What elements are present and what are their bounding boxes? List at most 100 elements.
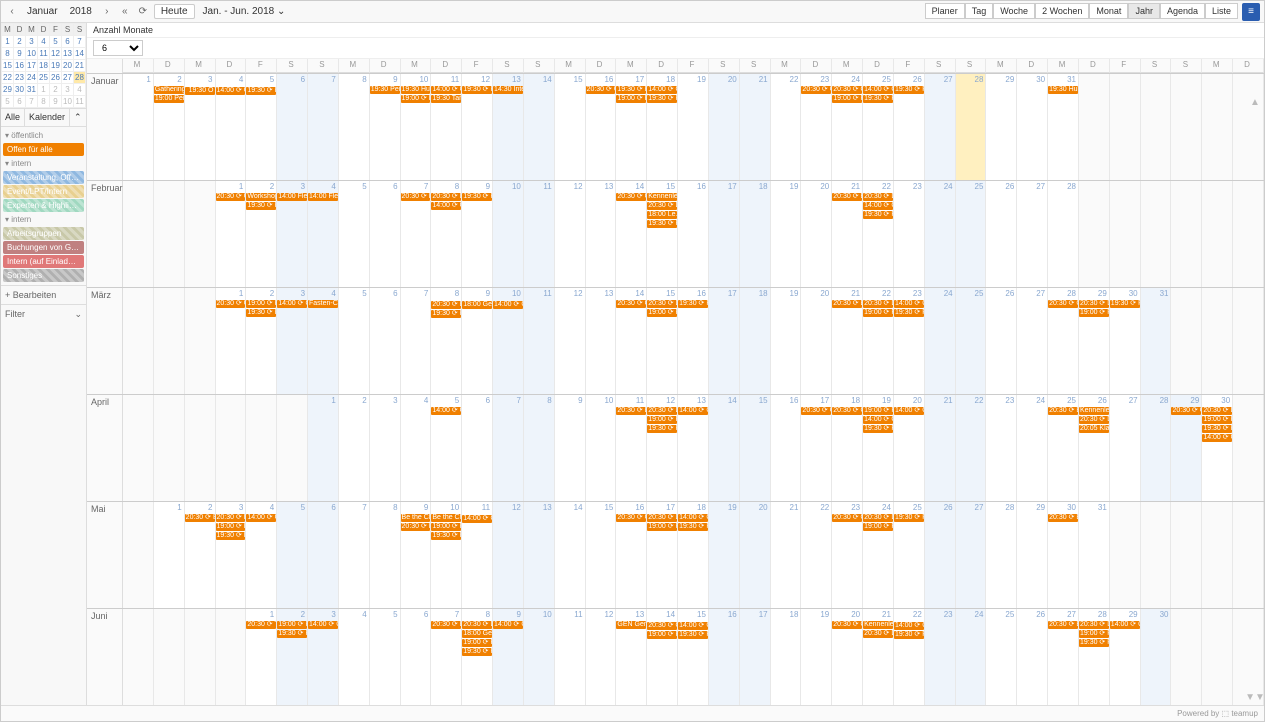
tab-all[interactable]: Alle xyxy=(1,109,25,126)
day-cell[interactable]: 514:00 ⟳ Ca xyxy=(431,395,462,501)
day-cell[interactable]: 13 xyxy=(586,288,617,394)
day-cell[interactable]: 219:00 ⟳ Fi19:30 ⟳ Ru xyxy=(246,288,277,394)
day-cell[interactable]: 314:00 Flea… xyxy=(277,181,308,287)
event[interactable]: 19:00 Pers 19:30 Hub xyxy=(154,95,184,103)
mini-cal-day[interactable]: 17 xyxy=(26,60,38,72)
event[interactable]: 14:00 Flea… xyxy=(277,193,307,201)
view-monat[interactable]: Monat xyxy=(1089,3,1128,19)
event[interactable]: 20:30 ⟳ GI xyxy=(832,407,862,415)
mini-cal-day[interactable]: 7 xyxy=(26,96,38,108)
event[interactable]: 20:30 ⟳ GI xyxy=(1048,300,1078,308)
day-cell[interactable]: 2 xyxy=(339,395,370,501)
day-cell[interactable]: 1 xyxy=(154,502,185,608)
event[interactable]: 14:00 ⟳ Ca xyxy=(462,515,492,523)
mini-cal-day[interactable]: 3 xyxy=(26,36,38,48)
event[interactable]: 14:00 ⟳ Ca xyxy=(493,621,523,629)
event[interactable]: 20:30 ⟳ DT xyxy=(647,514,677,522)
day-cell[interactable]: 14 20:30 ⟳ GI 20:30 ⟳ DT19:00 ⟳ Fi xyxy=(647,609,678,705)
day-cell[interactable]: 28 xyxy=(1141,395,1172,501)
mini-cal-day[interactable]: 9 xyxy=(50,96,62,108)
event[interactable]: 19:30 ⟳ Ru xyxy=(1110,300,1140,308)
event[interactable]: 20:30 ⟳ GI xyxy=(801,86,831,94)
day-cell[interactable]: 11 xyxy=(555,609,586,705)
event[interactable]: 20:30 ⟳ B xyxy=(832,193,862,201)
event[interactable]: 19:30 ⟳ Ru xyxy=(647,220,677,228)
mini-cal-day[interactable]: 8 xyxy=(38,96,50,108)
day-cell[interactable]: 27 xyxy=(956,502,987,608)
mini-cal-day[interactable]: 11 xyxy=(74,96,86,108)
event[interactable]: 20:30 ⟳ DT xyxy=(1079,300,1109,308)
event[interactable]: 19:00 ⟳ Fi xyxy=(1202,416,1232,424)
current-year-label[interactable]: 2018 xyxy=(66,6,96,17)
event[interactable]: 19:00 ⟳ Fi xyxy=(277,621,307,629)
event[interactable]: 14:00 ⟳ Ca xyxy=(894,300,924,308)
event[interactable]: 19:30 ⟳ Ru xyxy=(246,202,276,210)
event[interactable]: Kennenlernwochenende (Karfr… xyxy=(1079,407,1109,415)
day-cell[interactable]: 18 xyxy=(740,288,771,394)
day-cell[interactable]: 19 xyxy=(771,181,802,287)
day-cell[interactable]: 5 xyxy=(277,502,308,608)
event[interactable]: 20:30 ⟳ GI xyxy=(586,86,616,94)
day-cell[interactable]: 2820:30 ⟳ DT19:00 ⟳ Fi19:30 ⟳ Ru xyxy=(1079,609,1110,705)
month-count-select[interactable]: 6 xyxy=(93,40,143,56)
event[interactable]: Fasten-Camp xyxy=(308,300,338,308)
day-cell[interactable]: 23 xyxy=(894,181,925,287)
day-cell[interactable]: 1114:00 ⟳ Ca19:30 Tan xyxy=(431,74,462,180)
event[interactable]: 19:30 ⟳ Ru xyxy=(894,514,924,522)
mini-cal-day[interactable]: 6 xyxy=(62,36,74,48)
event[interactable]: 20:30 ⟳ DT xyxy=(647,407,677,415)
day-cell[interactable]: 20 xyxy=(740,502,771,608)
day-cell[interactable]: 3119:30 Hub xyxy=(1048,74,1079,180)
event[interactable]: 14:00 ⟳ Ca xyxy=(863,86,893,94)
event[interactable]: 19:30 ⟳ Pa xyxy=(616,86,646,94)
day-cell[interactable]: 1720:30 ⟳ DT19:00 ⟳ Fi xyxy=(647,502,678,608)
day-cell[interactable]: 17 xyxy=(740,609,771,705)
day-cell[interactable]: 6 xyxy=(370,181,401,287)
day-cell[interactable]: 3 19:30 Ö xyxy=(185,74,216,180)
day-cell[interactable]: 314:00 ⟳ Ca xyxy=(308,609,339,705)
day-cell[interactable]: 2920:30 ⟳ DT19:00 ⟳ Fi xyxy=(1079,288,1110,394)
event[interactable]: 14:00 ⟳ Ca xyxy=(678,407,708,415)
day-cell[interactable]: 21 xyxy=(925,395,956,501)
day-cell[interactable]: 720:30 ⟳ B xyxy=(431,609,462,705)
day-cell[interactable]: 19 xyxy=(678,74,709,180)
day-cell[interactable]: 2314:00 ⟳ Ca19:30 ⟳ Ru xyxy=(894,288,925,394)
day-cell[interactable]: 5 xyxy=(339,181,370,287)
event[interactable]: 14:00 ⟳ Ca xyxy=(1110,621,1140,629)
event[interactable]: 14:00 ⟳ Ca xyxy=(216,87,246,95)
day-cell[interactable]: 22 xyxy=(801,502,832,608)
event[interactable]: 14:30 Inte… xyxy=(493,86,523,94)
event[interactable]: 19:30 ⟳ Ru xyxy=(894,631,924,639)
day-cell[interactable]: 820:30 ⟳ DT14:00 ⟳ Ca xyxy=(431,181,462,287)
mini-cal-day[interactable]: 1 xyxy=(2,36,14,48)
event[interactable]: Kennenlernwochenende (Karfr… xyxy=(647,193,677,201)
day-cell[interactable]: 12 xyxy=(555,181,586,287)
mini-cal-day[interactable]: 15 xyxy=(2,60,14,72)
mini-cal-day[interactable]: 22 xyxy=(2,72,14,84)
mini-cal-day[interactable]: 10 xyxy=(62,96,74,108)
day-cell[interactable]: 21 xyxy=(740,74,771,180)
day-cell[interactable]: 18 xyxy=(771,609,802,705)
event[interactable]: 14:00 ⟳ Ca xyxy=(863,202,893,210)
mini-cal-day[interactable]: 14 xyxy=(74,48,86,60)
day-cell[interactable]: 12 xyxy=(555,288,586,394)
day-cell[interactable]: 14 xyxy=(524,74,555,180)
day-cell[interactable]: 18 xyxy=(740,181,771,287)
event[interactable]: Be the Change Symposium (ausgefragt) xyxy=(401,514,431,522)
event[interactable]: 14:00 ⟳ Ca xyxy=(431,202,461,210)
event[interactable]: 14:00 ⟳ Ca xyxy=(431,407,461,415)
day-cell[interactable]: 2020:30 ⟳ GI xyxy=(832,609,863,705)
event[interactable]: 14:00 ⟳ Ca xyxy=(678,514,708,522)
day-cell[interactable]: 2120:30 ⟳ B xyxy=(832,288,863,394)
mini-cal-day[interactable]: 5 xyxy=(50,36,62,48)
event[interactable]: 20:30 ⟳ B xyxy=(1048,514,1078,522)
day-cell[interactable]: 25 xyxy=(956,288,987,394)
event[interactable]: 20:05 Klar… xyxy=(1079,425,1109,433)
day-cell[interactable]: 1520:30 ⟳ DT19:00 ⟳ Fi xyxy=(647,288,678,394)
event[interactable]: 20:30 ⟳ DT xyxy=(863,300,893,308)
day-cell[interactable]: 27 xyxy=(1110,395,1141,501)
day-cell[interactable]: 14 xyxy=(709,395,740,501)
mini-cal-day[interactable]: 21 xyxy=(74,60,86,72)
day-cell[interactable]: 6 xyxy=(462,395,493,501)
day-cell[interactable]: 27 xyxy=(1017,181,1048,287)
